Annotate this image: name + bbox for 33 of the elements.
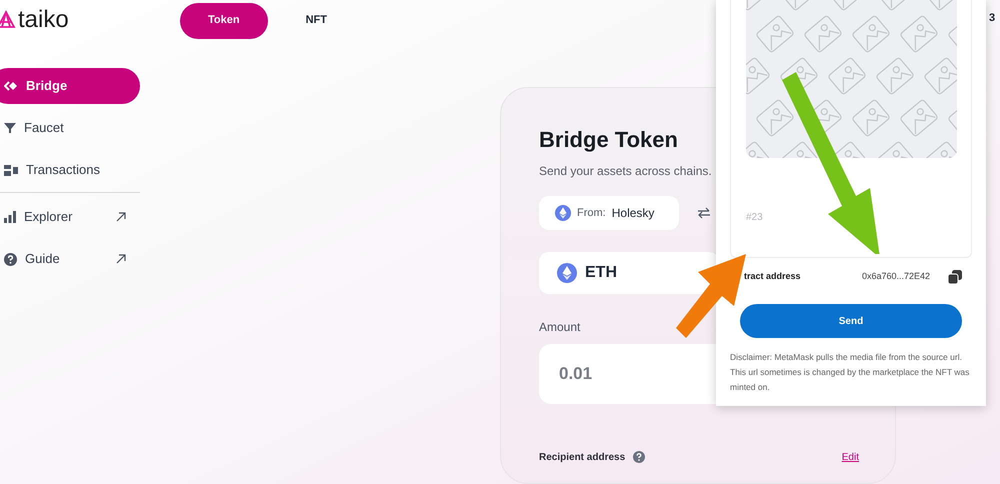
nft-id: #23	[746, 211, 764, 225]
logo-icon	[0, 10, 16, 30]
external-link-icon	[116, 254, 126, 264]
from-chain-selector[interactable]: From: Holesky	[539, 196, 679, 230]
edit-link[interactable]: Edit	[842, 450, 859, 465]
transactions-icon	[4, 164, 18, 176]
sidebar-item[interactable]: Explorer	[0, 199, 140, 235]
bar-chart-icon	[4, 211, 16, 223]
copy-icon[interactable]	[948, 270, 962, 284]
card-title: Bridge Token	[539, 126, 679, 154]
contract-address: 0x6a760...72E42	[862, 270, 930, 284]
recipient-label: Recipient address	[539, 450, 626, 465]
contract-label: tract address	[744, 270, 801, 284]
help-icon	[4, 252, 17, 266]
sidebar-item[interactable]: Guide	[0, 241, 140, 277]
send-button[interactable]: Send	[740, 304, 962, 338]
external-link-icon	[116, 212, 126, 222]
logo-text: taiko	[18, 8, 69, 32]
sidebar-item[interactable]: Faucet	[0, 110, 140, 146]
header-text: 3	[989, 11, 996, 26]
tab[interactable]: NFT	[278, 2, 355, 39]
card-subtitle: Send your assets across chains.	[539, 162, 713, 180]
tab[interactable]: Token	[180, 2, 268, 39]
amount-label: Amount	[539, 318, 580, 336]
sidebar-item[interactable]: Transactions	[0, 152, 140, 188]
token-selector[interactable]: ETH	[539, 252, 719, 294]
help-icon	[633, 451, 646, 464]
ethereum-icon	[555, 204, 571, 221]
swap-icon[interactable]	[697, 206, 711, 219]
ethereum-icon	[557, 262, 577, 283]
sidebar-item[interactable]: Bridge	[0, 68, 140, 104]
bridge-icon	[4, 80, 18, 92]
funnel-icon	[4, 122, 16, 134]
